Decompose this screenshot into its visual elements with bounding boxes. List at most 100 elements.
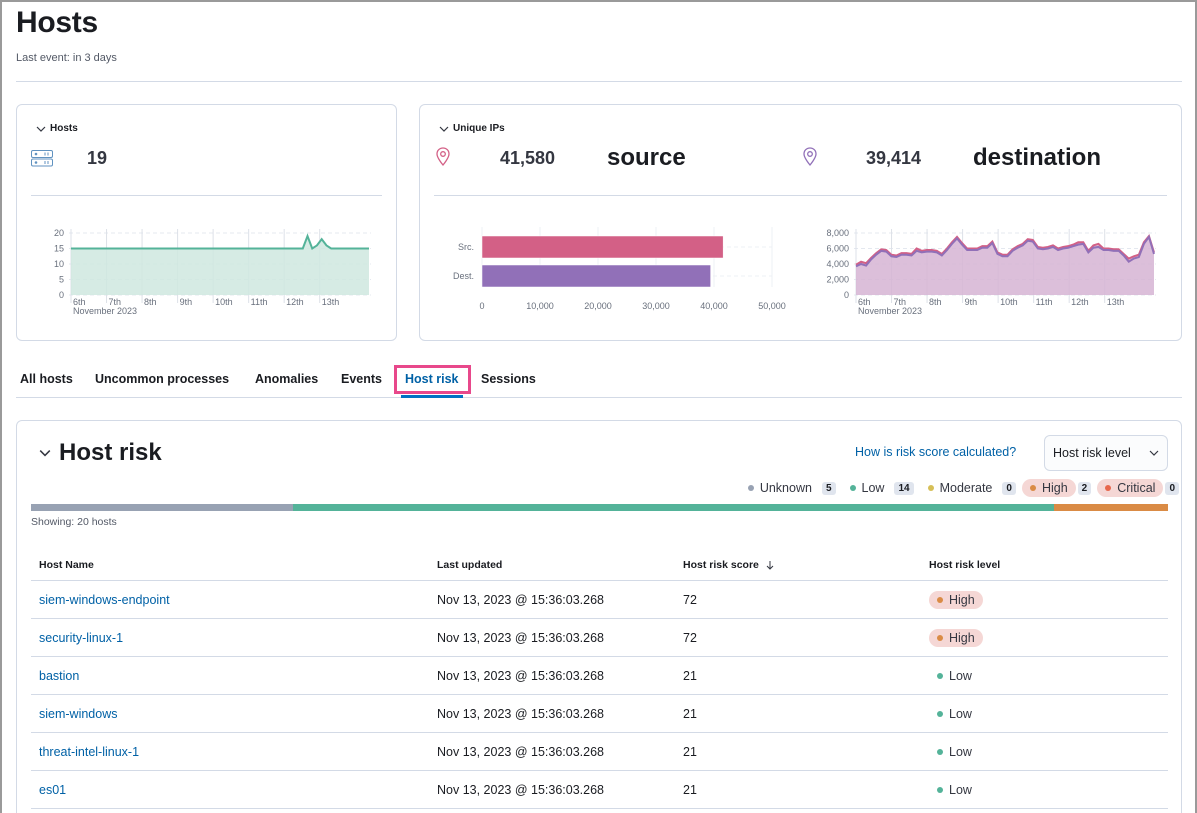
- divider: [31, 195, 382, 196]
- tab-anomalies[interactable]: Anomalies: [255, 372, 318, 386]
- host-name-link[interactable]: threat-intel-linux-1: [39, 745, 139, 759]
- legend-label: Critical: [1117, 481, 1156, 495]
- risk-level-badge: High: [929, 591, 983, 609]
- status-dot-icon: [927, 485, 934, 491]
- table-header: Host Name Last updated Host risk score H…: [31, 549, 1168, 581]
- tab-all-hosts[interactable]: All hosts: [20, 372, 73, 386]
- unique-ips-kpi-panel: Unique IPs 41,580 source 39,414 destinat…: [419, 104, 1182, 341]
- x-tick-label: 12th: [1071, 297, 1089, 307]
- y-tick-label: 0: [844, 290, 849, 300]
- host-name-link[interactable]: siem-windows-endpoint: [39, 593, 170, 607]
- x-tick-label: 30,000: [642, 301, 670, 311]
- risk-level-label: Low: [949, 783, 972, 797]
- table-row: siem-windows Nov 13, 2023 @ 15:36:03.268 2…: [31, 695, 1168, 733]
- host-name-link[interactable]: siem-windows: [39, 707, 118, 721]
- destination-ip-count: 39,414: [866, 148, 922, 168]
- x-tick-label: 10th: [215, 297, 233, 307]
- x-tick-label: 12th: [286, 297, 304, 307]
- page-title: Hosts: [16, 6, 98, 39]
- host-name-link[interactable]: security-linux-1: [39, 631, 123, 645]
- legend-item-unknown[interactable]: Unknown: [740, 479, 820, 497]
- host-name-link[interactable]: es01: [39, 783, 66, 797]
- risk-score-cell: 21: [683, 783, 697, 797]
- distribution-segment-unknown: [31, 504, 293, 511]
- distribution-segment-high: [1054, 504, 1168, 511]
- column-header-host-name[interactable]: Host Name: [39, 559, 94, 571]
- chevron-down-icon: [39, 450, 51, 457]
- unique-ips-bar-chart: 0 10,000 20,000 30,000 40,000 50,000 Src. Dest.: [453, 227, 786, 311]
- table-row: siem-windows-endpoint Nov 13, 2023 @ 15:3…: [31, 581, 1168, 619]
- host-risk-title: Host risk: [59, 439, 162, 466]
- x-tick-label: 11th: [251, 297, 268, 307]
- risk-level-label: High: [949, 593, 975, 607]
- legend-item-critical[interactable]: Critical: [1097, 479, 1164, 497]
- last-updated-cell: Nov 13, 2023 @ 15:36:03.268: [437, 669, 604, 683]
- hosts-panel-title: Hosts: [50, 123, 78, 134]
- x-tick-label: 8th: [144, 297, 157, 307]
- last-updated-cell: Nov 13, 2023 @ 15:36:03.268: [437, 745, 604, 759]
- y-tick-label: 5: [59, 275, 64, 285]
- last-updated-cell: Nov 13, 2023 @ 15:36:03.268: [437, 783, 604, 797]
- x-tick-label: 10,000: [526, 301, 554, 311]
- legend-item-moderate[interactable]: Moderate: [920, 479, 1001, 497]
- x-tick-label: 13th: [1107, 297, 1125, 307]
- y-tick-label: 8,000: [826, 228, 849, 238]
- status-dot-icon: [747, 485, 754, 491]
- risk-level-badge: Low: [929, 743, 980, 761]
- x-tick-label: 13th: [322, 297, 340, 307]
- y-tick-label: 20: [54, 228, 64, 238]
- risk-level-label: Low: [949, 669, 972, 683]
- column-label: Host risk score: [683, 559, 759, 571]
- category-label: Dest.: [453, 271, 474, 281]
- last-event: Last event: in 3 days: [16, 52, 117, 64]
- legend-label: Moderate: [939, 481, 993, 495]
- host-risk-toggle[interactable]: Host risk: [39, 439, 162, 467]
- table-row: bastion Nov 13, 2023 @ 15:36:03.268 21 Low: [31, 657, 1168, 695]
- column-header-risk-score[interactable]: Host risk score: [683, 559, 775, 571]
- hosts-panel-toggle[interactable]: Hosts: [36, 123, 78, 134]
- host-risk-level-select[interactable]: Host risk level: [1044, 435, 1168, 471]
- risk-level-label: Low: [949, 745, 972, 759]
- risk-level-legend: Unknown 5 Low 14 Moderate 0 High 2 Criti…: [734, 479, 1179, 497]
- source-label: source: [607, 144, 686, 171]
- status-dot-icon: [849, 485, 856, 491]
- risk-score-cell: 72: [683, 593, 697, 607]
- legend-count: 0: [1165, 481, 1179, 495]
- table-row: es01 Nov 13, 2023 @ 15:36:03.268 21 Low: [31, 771, 1168, 809]
- host-name-link[interactable]: bastion: [39, 669, 79, 683]
- bar-dest: [481, 264, 711, 288]
- tab-host-risk[interactable]: Host risk: [405, 372, 459, 386]
- ips-panel-toggle[interactable]: Unique IPs: [439, 123, 505, 134]
- table-row: threat-intel-linux-1 Nov 13, 2023 @ 15:36…: [31, 733, 1168, 771]
- select-value: Host risk level: [1053, 446, 1131, 460]
- chevron-down-icon: [1149, 450, 1159, 456]
- risk-level-badge: Low: [929, 705, 980, 723]
- tab-events[interactable]: Events: [341, 372, 382, 386]
- hosts-count: 19: [87, 148, 108, 168]
- risk-score-help-link[interactable]: How is risk score calculated?: [855, 445, 1016, 459]
- x-tick-label: 11th: [1036, 297, 1053, 307]
- legend-count: 14: [894, 481, 914, 495]
- risk-level-label: High: [949, 631, 975, 645]
- risk-score-cell: 21: [683, 745, 697, 759]
- risk-level-label: Low: [949, 707, 972, 721]
- tab-uncommon-processes[interactable]: Uncommon processes: [95, 372, 229, 386]
- legend-label: Unknown: [759, 481, 812, 495]
- legend-item-low[interactable]: Low: [842, 479, 893, 497]
- column-header-last-updated[interactable]: Last updated: [437, 559, 502, 571]
- column-header-risk-level[interactable]: Host risk level: [929, 559, 1000, 571]
- bar-src: [481, 235, 724, 259]
- active-tab-indicator: [401, 395, 463, 398]
- series-area-source: [856, 236, 1154, 295]
- status-dot-icon: [937, 749, 943, 755]
- legend-count: 5: [821, 481, 836, 495]
- hosts-tabs: All hosts Uncommon processes Anomalies E…: [16, 365, 1182, 398]
- distribution-segment-low: [292, 504, 1055, 511]
- ips-panel-title: Unique IPs: [453, 123, 505, 134]
- risk-level-badge: Low: [929, 781, 980, 799]
- legend-item-high[interactable]: High: [1021, 479, 1076, 497]
- divider: [434, 195, 1167, 196]
- status-dot-icon: [937, 711, 943, 717]
- tab-sessions[interactable]: Sessions: [481, 372, 536, 386]
- x-tick-label: 40,000: [700, 301, 728, 311]
